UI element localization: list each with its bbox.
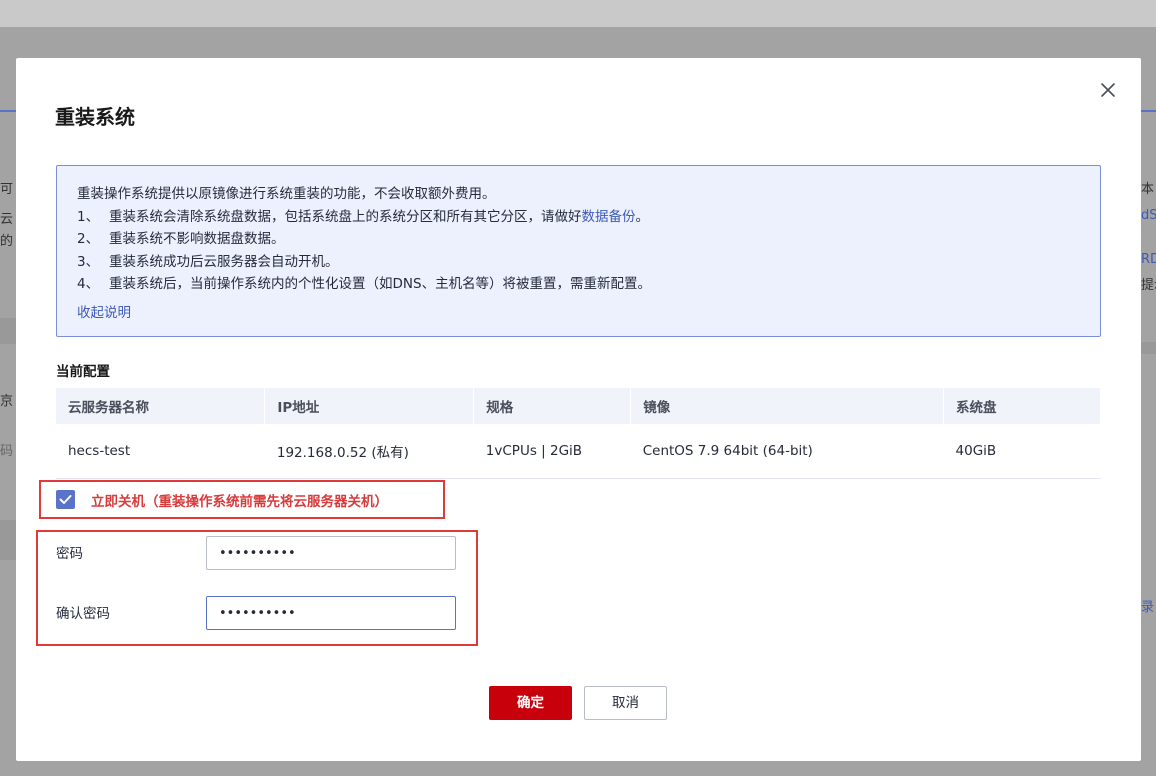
info-item-text: 重装系统后，当前操作系统内的个性化设置（如DNS、主机名等）将被重置，需重新配置… [109, 276, 652, 292]
confirm-password-label: 确认密码 [56, 606, 110, 622]
column-header-image: 镜像 [630, 388, 945, 424]
backdrop-text: dS [1141, 208, 1156, 223]
current-config-table: 云服务器名称 IP地址 规格 镜像 系统盘 hecs-test 192.168.… [56, 388, 1101, 479]
cell-image: CentOS 7.9 64bit (64-bit) [630, 424, 944, 479]
cancel-button[interactable]: 取消 [584, 686, 667, 720]
column-header-spec: 规格 [473, 388, 632, 424]
info-item-suffix: 。 [635, 208, 650, 225]
cell-spec: 1vCPUs | 2GiB [473, 424, 631, 479]
backdrop-tab-indicator-right [1140, 110, 1156, 112]
backdrop-text: 的 [0, 234, 14, 249]
backdrop-text: 本 [1141, 182, 1155, 197]
info-item: 1、 重装系统会清除系统盘数据，包括系统盘上的系统分区和所有其它分区，请做好数据备… [77, 206, 1080, 229]
backdrop-text: RD [1141, 252, 1156, 267]
dialog-title: 重装系统 [55, 105, 135, 129]
confirm-password-input[interactable] [206, 596, 456, 630]
checkmark-icon [59, 495, 72, 504]
table-header-row: 云服务器名称 IP地址 规格 镜像 系统盘 [56, 388, 1101, 424]
column-header-system-disk: 系统盘 [943, 388, 1101, 424]
close-icon[interactable] [1098, 80, 1118, 100]
info-item-number: 4、 [77, 276, 100, 292]
password-input[interactable] [206, 536, 456, 570]
info-notice: 重装操作系统提供以原镜像进行系统重装的功能，不会收取额外费用。 1、 重装系统会清… [56, 165, 1101, 337]
column-header-server-name: 云服务器名称 [56, 388, 266, 424]
current-config-title: 当前配置 [56, 364, 110, 380]
data-backup-link[interactable]: 数据备份 [582, 209, 636, 225]
backdrop-text: 码 [0, 444, 14, 459]
backdrop-tab-indicator [0, 110, 16, 112]
cell-ip: 192.168.0.52 (私有) [264, 424, 474, 479]
table-row: hecs-test 192.168.0.52 (私有) 1vCPUs | 2Gi… [56, 424, 1101, 479]
collapse-description-link[interactable]: 收起说明 [77, 301, 131, 321]
info-item: 4、 重装系统后，当前操作系统内的个性化设置（如DNS、主机名等）将被重置，需重新… [77, 273, 1080, 296]
column-header-ip: IP地址 [264, 388, 475, 424]
password-label: 密码 [56, 546, 83, 562]
info-item-number: 1、 [77, 208, 100, 225]
backdrop-text: 云 [0, 212, 14, 227]
info-item-text: 重装系统不影响数据盘数据。 [109, 231, 285, 247]
backdrop-text: 可 [0, 182, 14, 197]
info-item: 3、 重装系统成功后云服务器会自动开机。 [77, 251, 1080, 274]
info-intro: 重装操作系统提供以原镜像进行系统重装的功能，不会收取额外费用。 [77, 186, 496, 202]
info-item: 2、 重装系统不影响数据盘数据。 [77, 228, 1080, 251]
cell-system-disk: 40GiB [943, 424, 1101, 479]
info-item-number: 2、 [77, 231, 100, 247]
confirm-button[interactable]: 确定 [489, 686, 572, 720]
info-item-number: 3、 [77, 253, 100, 270]
backdrop-band [0, 318, 16, 344]
info-item-text: 重装系统会清除系统盘数据，包括系统盘上的系统分区和所有其它分区，请做好 [109, 208, 582, 225]
backdrop-text: 京 [0, 394, 14, 409]
reinstall-os-dialog: 重装系统 重装操作系统提供以原镜像进行系统重装的功能，不会收取额外费用。 1、重… [16, 58, 1141, 761]
shutdown-checkbox[interactable] [56, 490, 75, 509]
info-item-text: 重装系统成功后云服务器会自动开机。 [109, 253, 339, 270]
backdrop-text: 提示 [1141, 278, 1156, 293]
backdrop-top-bar [0, 0, 1156, 27]
backdrop-band [0, 520, 16, 560]
shutdown-checkbox-label[interactable]: 立即关机（重装操作系统前需先将云服务器关机） [91, 490, 388, 510]
backdrop-text: 录 [1141, 600, 1155, 615]
cell-server-name: hecs-test [56, 424, 265, 479]
backdrop-band [1141, 342, 1156, 354]
